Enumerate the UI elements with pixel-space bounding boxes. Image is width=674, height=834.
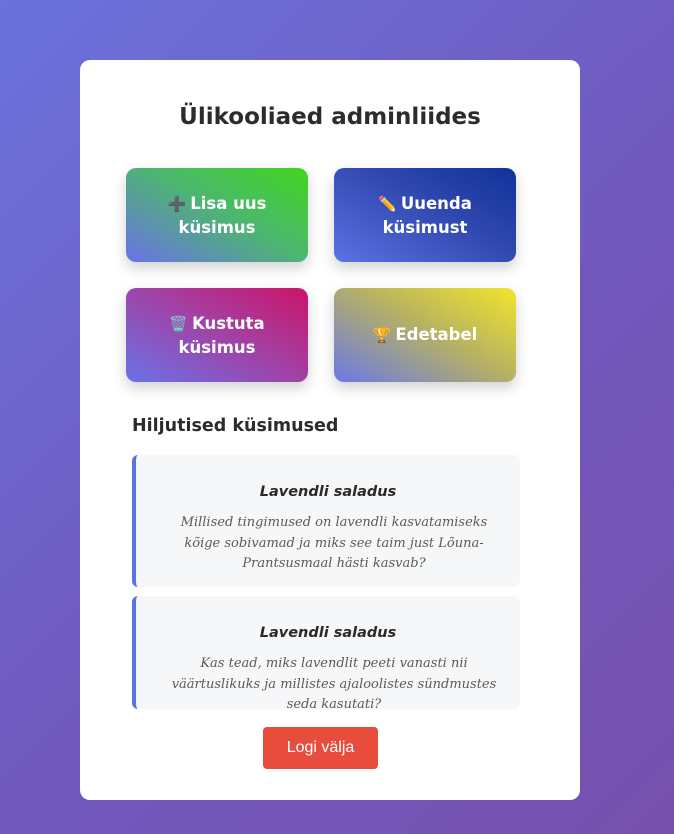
page-title: Ülikooliaed adminliides <box>179 104 481 130</box>
delete-question-label: Kustuta küsimus <box>178 313 265 357</box>
trophy-icon: 🏆 <box>372 326 392 344</box>
question-text: Kas tead, miks lavendlit peeti vanasti n… <box>171 656 497 712</box>
logout-button[interactable]: Logi välja <box>263 727 378 769</box>
add-question-button[interactable]: ➕ Lisa uus küsimus <box>126 168 308 262</box>
wastebasket-icon: 🗑️ <box>169 314 188 333</box>
add-question-label: Lisa uus küsimus <box>178 193 267 237</box>
leaderboard-label: Edetabel <box>395 325 478 344</box>
question-card[interactable]: Lavendli saladus Kas tead, miks lavendli… <box>132 596 520 712</box>
question-title: Lavendli saladus <box>259 484 397 500</box>
plus-icon: ➕ <box>167 194 187 213</box>
pencil-icon: ✏️ <box>378 194 397 213</box>
recent-questions-heading: Hiljutised küsimused <box>132 416 339 436</box>
question-title: Lavendli saladus <box>259 625 397 641</box>
leaderboard-button[interactable]: 🏆 Edetabel <box>334 288 516 382</box>
admin-card: Ülikooliaed adminliides ➕ Lisa uus küsimu… <box>80 60 580 800</box>
delete-question-button[interactable]: 🗑️ Kustuta küsimus <box>126 288 308 382</box>
question-card[interactable]: Lavendli saladus Millised tingimused on … <box>132 455 520 587</box>
update-question-button[interactable]: ✏️ Uuenda küsimust <box>334 168 516 262</box>
question-text: Millised tingimused on lavendli kasvatam… <box>180 515 488 571</box>
